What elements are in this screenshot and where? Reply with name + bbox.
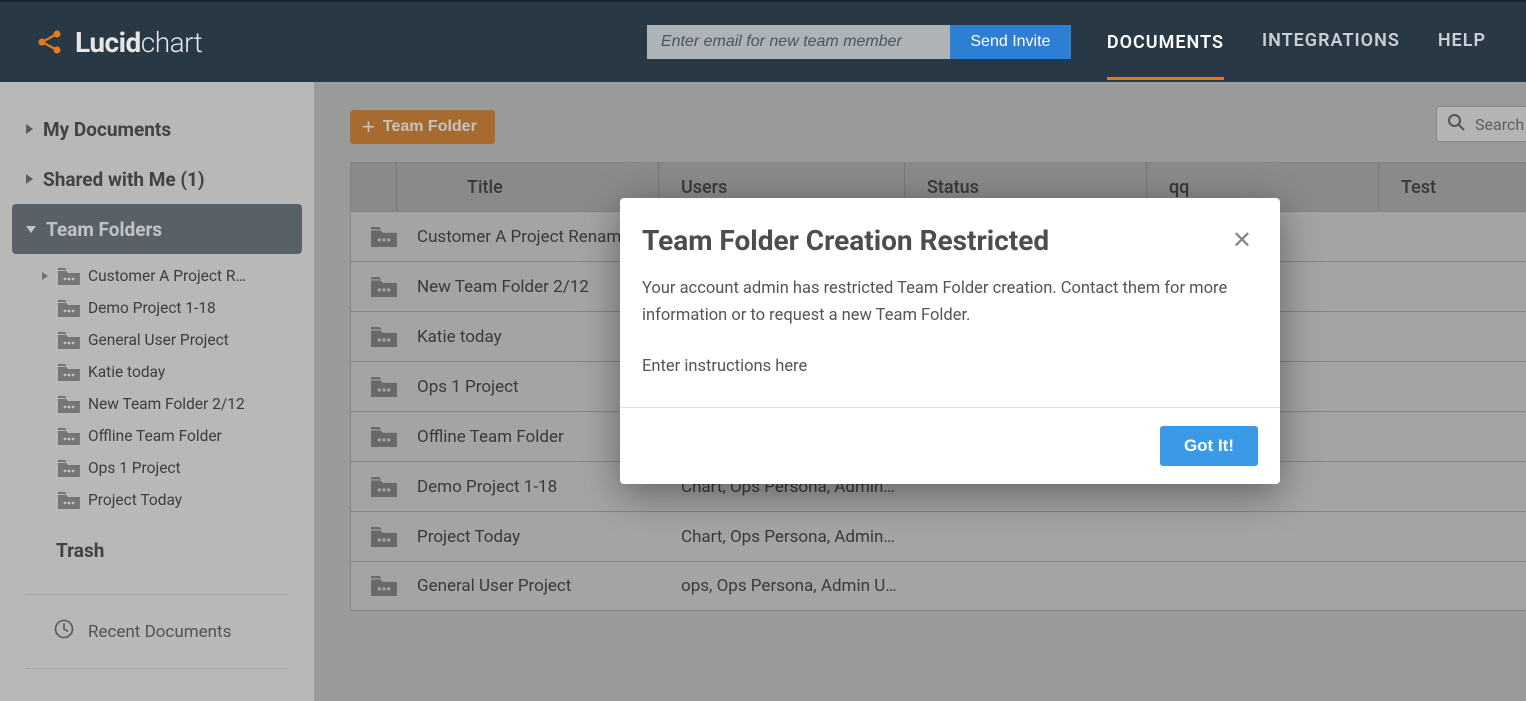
brand-text: Lucidchart	[75, 26, 202, 59]
tree-item-label: Customer A Project R…	[88, 267, 246, 285]
nav-documents[interactable]: DOCUMENTS	[1107, 32, 1224, 80]
close-icon[interactable]: ✕	[1232, 224, 1252, 252]
nav-integrations[interactable]: INTEGRATIONS	[1262, 30, 1400, 55]
team-folder-icon	[58, 460, 80, 477]
search-input[interactable]: Search	[1436, 106, 1526, 142]
sidebar-recent-documents[interactable]: Recent Documents	[0, 595, 314, 644]
sidebar-shared-label: Shared with Me (1)	[43, 168, 205, 191]
team-email-input[interactable]	[647, 25, 950, 59]
team-folder-icon	[58, 428, 80, 445]
sidebar-my-documents-label: My Documents	[43, 118, 171, 141]
brand-logo[interactable]: Lucidchart	[35, 26, 202, 59]
got-it-button[interactable]: Got It!	[1160, 426, 1258, 466]
row-users: ops, Ops Persona, Admin U…	[659, 576, 929, 596]
tree-item[interactable]: Katie today	[0, 356, 314, 388]
invite-form: Send Invite	[647, 25, 1071, 59]
row-users: Chart, Ops Persona, Admin…	[659, 527, 929, 547]
row-title: Project Today	[417, 527, 659, 547]
tree-item[interactable]: New Team Folder 2/12	[0, 388, 314, 420]
tree-item[interactable]: General User Project	[0, 324, 314, 356]
tree-item-label: General User Project	[88, 331, 229, 349]
team-folder-icon	[58, 492, 80, 509]
sidebar: My Documents Shared with Me (1) Team Fol…	[0, 82, 314, 701]
sidebar-my-documents[interactable]: My Documents	[0, 104, 314, 154]
sidebar-shared-with-me[interactable]: Shared with Me (1)	[0, 154, 314, 204]
team-folder-icon	[351, 377, 417, 397]
nav-help[interactable]: HELP	[1438, 30, 1486, 55]
team-folder-icon	[351, 327, 417, 347]
sidebar-recent-label: Recent Documents	[88, 622, 231, 642]
top-nav: DOCUMENTS INTEGRATIONS HELP	[1107, 5, 1526, 80]
team-folder-icon	[351, 227, 417, 247]
tree-item-label: Ops 1 Project	[88, 459, 181, 477]
modal-body: Your account admin has restricted Team F…	[620, 257, 1280, 407]
send-invite-button[interactable]: Send Invite	[950, 25, 1071, 59]
caret-down-icon	[26, 226, 36, 233]
modal-instructions: Enter instructions here	[642, 353, 1258, 380]
modal-text: Your account admin has restricted Team F…	[642, 275, 1258, 329]
restriction-modal: Team Folder Creation Restricted ✕ Your a…	[620, 198, 1280, 484]
new-team-folder-button[interactable]: + Team Folder	[350, 110, 495, 144]
caret-right-icon	[42, 272, 48, 280]
sidebar-team-folders-label: Team Folders	[46, 218, 162, 241]
tree-item[interactable]: Ops 1 Project	[0, 452, 314, 484]
tree-item-label: Project Today	[88, 491, 182, 509]
tree-item-label: Katie today	[88, 363, 165, 381]
table-row[interactable]: General User Project ops, Ops Persona, A…	[351, 561, 1526, 611]
tree-item[interactable]: Demo Project 1-18	[0, 292, 314, 324]
table-row[interactable]: Project Today Chart, Ops Persona, Admin…	[351, 511, 1526, 561]
tree-item-label: New Team Folder 2/12	[88, 395, 245, 413]
th-icon	[351, 163, 397, 211]
plus-icon: +	[362, 116, 375, 138]
team-folders-tree: Customer A Project R… Demo Project 1-18 …	[0, 254, 314, 526]
tree-item[interactable]: Offline Team Folder	[0, 420, 314, 452]
app-header: Lucidchart Send Invite DOCUMENTS INTEGRA…	[0, 0, 1526, 82]
caret-right-icon	[26, 174, 33, 184]
divider	[26, 668, 288, 669]
tree-item[interactable]: Project Today	[0, 484, 314, 516]
th-test[interactable]: Test	[1379, 163, 1526, 211]
tree-item[interactable]: Customer A Project R…	[0, 260, 314, 292]
team-folder-icon	[58, 332, 80, 349]
search-placeholder: Search	[1475, 115, 1524, 134]
caret-right-icon	[26, 124, 33, 134]
team-folder-icon	[351, 527, 417, 547]
team-folder-icon	[351, 576, 417, 596]
row-title: General User Project	[417, 576, 659, 596]
sidebar-trash[interactable]: Trash	[0, 526, 314, 574]
team-folder-icon	[58, 300, 80, 317]
tree-item-label: Offline Team Folder	[88, 427, 222, 445]
team-folder-icon	[351, 277, 417, 297]
sidebar-team-folders[interactable]: Team Folders	[12, 204, 302, 254]
team-folder-icon	[58, 364, 80, 381]
team-folder-icon	[351, 427, 417, 447]
team-folder-icon	[351, 477, 417, 497]
team-folder-icon	[58, 396, 80, 413]
tree-item-label: Demo Project 1-18	[88, 299, 216, 317]
modal-title: Team Folder Creation Restricted	[642, 224, 1232, 257]
search-icon	[1447, 113, 1465, 135]
new-team-folder-label: Team Folder	[383, 118, 477, 136]
clock-icon	[54, 619, 74, 644]
team-folder-icon	[58, 268, 80, 285]
logo-icon	[35, 27, 65, 57]
